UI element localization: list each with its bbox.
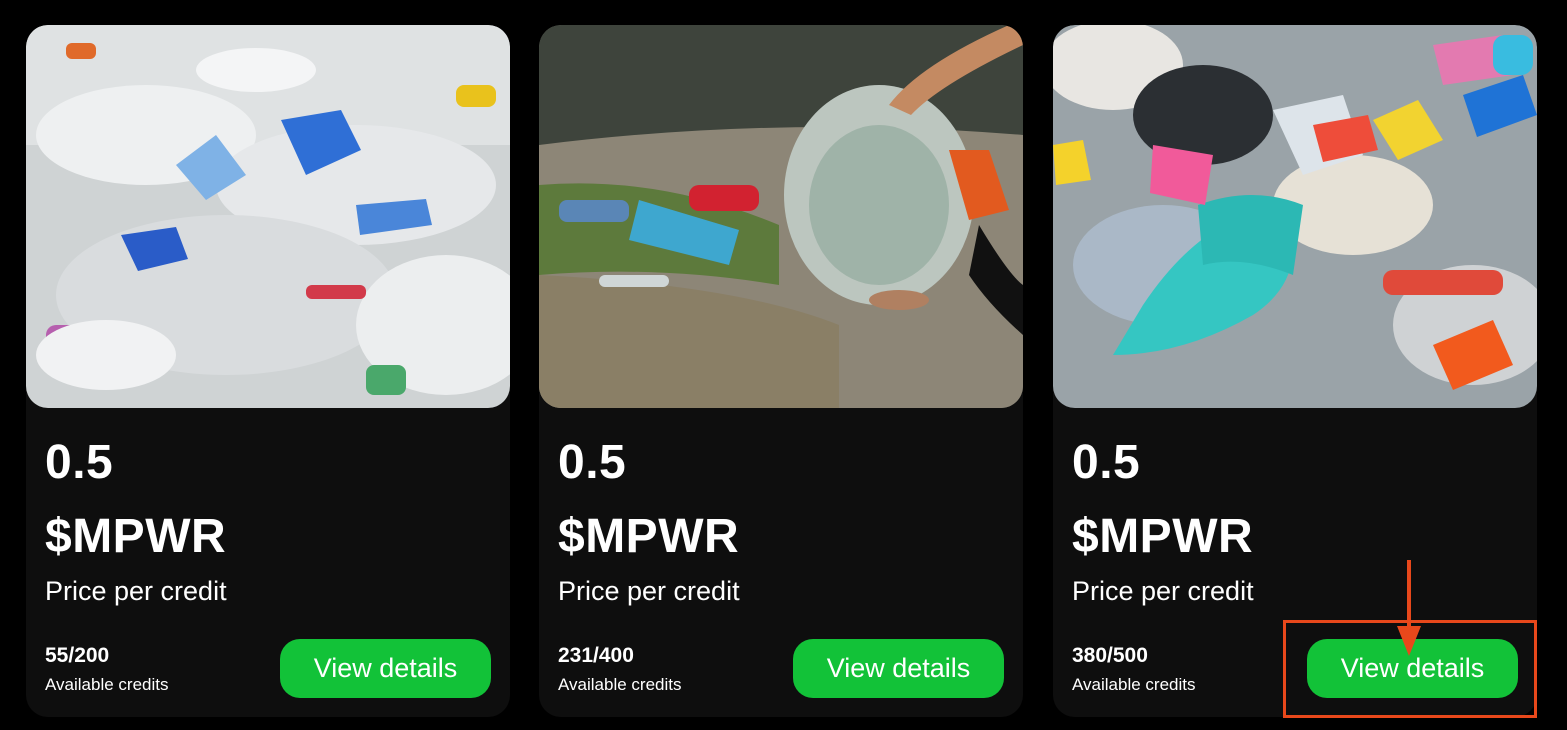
price-label: Price per credit [1072, 576, 1254, 606]
price-value: 0.5 [558, 436, 627, 489]
token-symbol: $MPWR [1072, 510, 1254, 563]
token-symbol: $MPWR [558, 510, 740, 563]
annotation-arrow-icon [1397, 560, 1421, 656]
available-credits-count: 231/400 [558, 644, 634, 667]
view-details-button[interactable]: View details [793, 639, 1004, 698]
credit-card: 0.5 $MPWR Price per credit 380/500 Avail… [1053, 25, 1537, 717]
credit-card: 0.5 $MPWR Price per credit 55/200 Availa… [26, 25, 510, 717]
plastic-waste-pile-image [26, 25, 510, 408]
credit-card: 0.5 $MPWR Price per credit 231/400 Avail… [539, 25, 1023, 717]
available-credits-count: 380/500 [1072, 644, 1148, 667]
price-label: Price per credit [558, 576, 740, 606]
view-details-button[interactable]: View details [280, 639, 491, 698]
available-credits-count: 55/200 [45, 644, 110, 667]
price-value: 0.5 [1072, 436, 1141, 489]
available-credits-label: Available credits [558, 675, 682, 694]
available-credits-label: Available credits [1072, 675, 1196, 694]
token-symbol: $MPWR [45, 510, 227, 563]
colorful-plastic-waste-image [1053, 25, 1537, 408]
collecting-plastic-bag-image [539, 25, 1023, 408]
available-credits-label: Available credits [45, 675, 169, 694]
price-label: Price per credit [45, 576, 227, 606]
price-value: 0.5 [45, 436, 114, 489]
